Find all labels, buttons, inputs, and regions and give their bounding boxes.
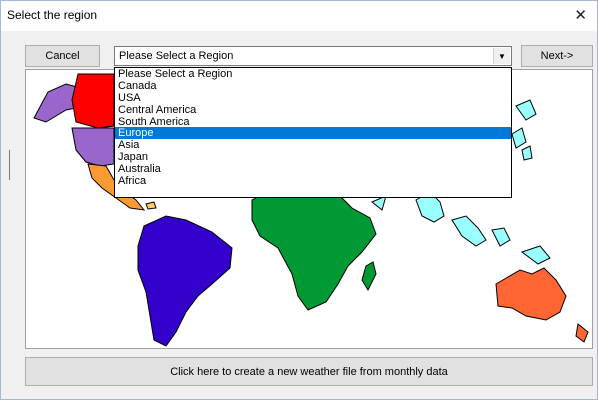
dropdown-option-europe[interactable]: Europe [115, 127, 511, 139]
map-region-asia-islands-north[interactable] [521, 145, 533, 161]
dropdown-option-africa[interactable]: Africa [115, 175, 511, 187]
title-bar: Select the region ✕ [1, 1, 597, 31]
close-icon[interactable]: ✕ [574, 6, 587, 24]
region-dropdown-list: Please Select a Region Canada USA Centra… [114, 67, 512, 198]
dropdown-option-central-america[interactable]: Central America [115, 104, 511, 116]
dropdown-option-japan[interactable]: Japan [115, 151, 511, 163]
map-region-asia-islands[interactable] [451, 215, 487, 247]
map-region-new-zealand[interactable] [575, 323, 589, 343]
dropdown-option-placeholder[interactable]: Please Select a Region [115, 68, 511, 80]
chevron-down-icon[interactable]: ▼ [493, 48, 510, 64]
map-region-asia-north[interactable] [515, 99, 537, 121]
dropdown-option-south-america[interactable]: South America [115, 116, 511, 128]
map-region-madagascar[interactable] [361, 261, 377, 292]
map-region-usa-south[interactable] [71, 127, 115, 167]
dropdown-option-asia[interactable]: Asia [115, 139, 511, 151]
dropdown-option-canada[interactable]: Canada [115, 80, 511, 92]
window-edge-divider [9, 150, 10, 180]
dropdown-option-usa[interactable]: USA [115, 92, 511, 104]
map-region-south-america[interactable] [137, 215, 233, 347]
map-region-asia-south[interactable] [491, 227, 511, 247]
map-region-africa[interactable] [251, 187, 377, 311]
map-region-australia[interactable] [495, 267, 567, 321]
region-select[interactable]: Please Select a Region ▼ [114, 46, 512, 66]
window-title: Select the region [7, 8, 98, 22]
map-region-asia-east[interactable] [520, 245, 551, 265]
map-region-asia[interactable] [371, 195, 387, 211]
map-region-caribbean[interactable] [145, 201, 157, 210]
create-weather-file-button[interactable]: Click here to create a new weather file … [25, 357, 593, 386]
map-region-japan[interactable] [511, 127, 527, 149]
map-region-usa[interactable] [71, 73, 115, 129]
region-select-value: Please Select a Region [119, 50, 234, 62]
dropdown-option-australia[interactable]: Australia [115, 163, 511, 175]
next-button[interactable]: Next-> [521, 45, 593, 67]
cancel-button[interactable]: Cancel [25, 45, 100, 67]
